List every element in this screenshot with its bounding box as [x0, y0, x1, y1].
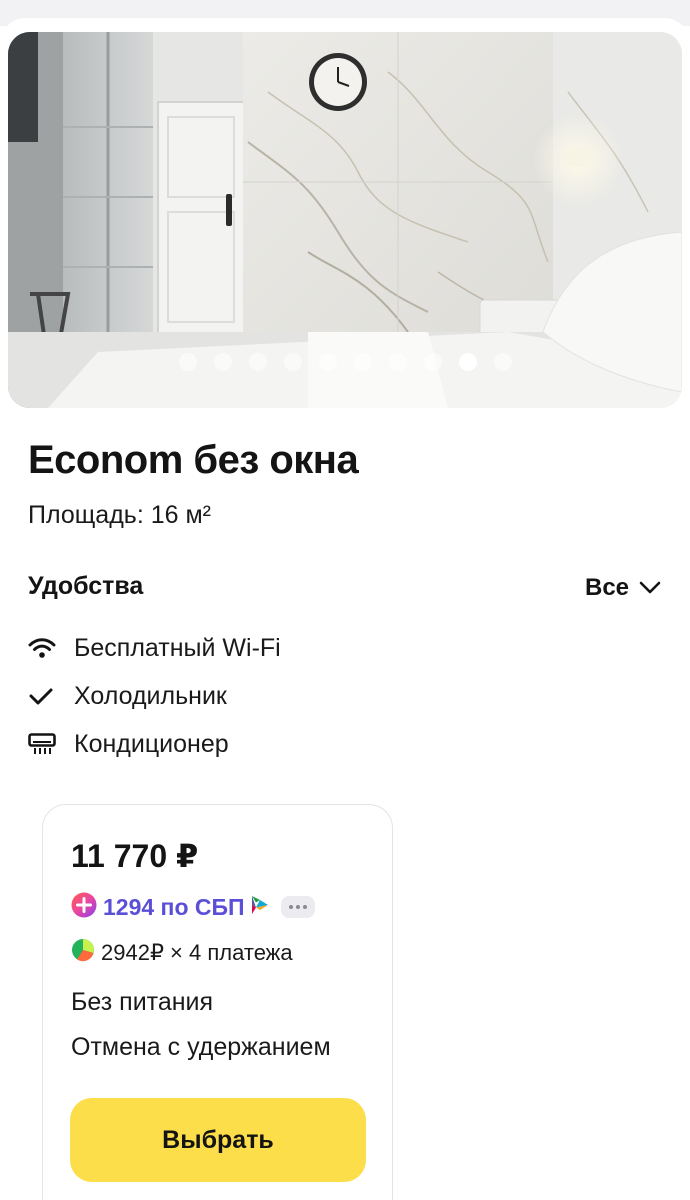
- split-payment-row[interactable]: 2942₽ × 4 платежа: [71, 939, 293, 967]
- meal-info: Без питания: [71, 988, 214, 1016]
- room-photo[interactable]: [8, 32, 682, 408]
- chevron-down-icon: [639, 574, 661, 602]
- offer-card: 11 770 ₽ 1294 по СБП 2942₽ × 4 платежа Б…: [42, 804, 393, 1200]
- gallery-dot[interactable]: [493, 353, 512, 371]
- room-photo-illustration: [8, 32, 682, 408]
- gallery-dot[interactable]: [423, 353, 442, 371]
- plus-points-icon: [71, 892, 97, 923]
- split-logo-icon: [71, 938, 95, 968]
- gallery-dot[interactable]: [318, 353, 337, 371]
- room-area: Площадь: 16 м²: [28, 501, 211, 529]
- amenities-list: Бесплатный Wi-Fi Холодильник Кондиционер: [28, 624, 281, 768]
- amenities-all-label: Все: [585, 574, 630, 601]
- gallery-dot[interactable]: [213, 353, 232, 371]
- amenity-label: Бесплатный Wi-Fi: [74, 633, 281, 662]
- room-title: Econom без окна: [28, 438, 359, 482]
- split-payment-text: 2942₽ × 4 платежа: [101, 940, 293, 965]
- amenity-label: Холодильник: [74, 681, 227, 710]
- amenity-label: Кондиционер: [74, 729, 229, 758]
- gallery-dot[interactable]: [248, 353, 267, 371]
- amenities-all-button[interactable]: Все: [585, 570, 661, 606]
- gallery-dot[interactable]: [353, 353, 372, 371]
- select-button[interactable]: Выбрать: [70, 1098, 366, 1182]
- gallery-pagination: [8, 353, 682, 371]
- cancellation-info: Отмена с удержанием: [71, 1033, 331, 1061]
- offer-price: 11 770 ₽: [71, 838, 199, 874]
- amenity-item-wifi: Бесплатный Wi-Fi: [28, 624, 281, 672]
- amenity-item-fridge: Холодильник: [28, 672, 281, 720]
- more-payments-button[interactable]: [280, 896, 315, 918]
- check-icon: [28, 686, 74, 706]
- sbp-cashback-row[interactable]: 1294 по СБП: [71, 892, 315, 923]
- gallery-dot[interactable]: [283, 353, 302, 371]
- air-conditioner-icon: [28, 733, 74, 755]
- gallery-dot[interactable]: [458, 353, 477, 371]
- wifi-icon: [28, 637, 74, 659]
- gallery-dot[interactable]: [388, 353, 407, 371]
- amenity-item-air-conditioner: Кондиционер: [28, 720, 281, 768]
- wall-clock: [309, 53, 367, 111]
- sbp-logo-icon: [251, 895, 269, 920]
- gallery-dot[interactable]: [178, 353, 197, 371]
- amenities-heading: Удобства: [28, 572, 144, 600]
- sbp-cashback-text: 1294 по СБП: [103, 893, 245, 920]
